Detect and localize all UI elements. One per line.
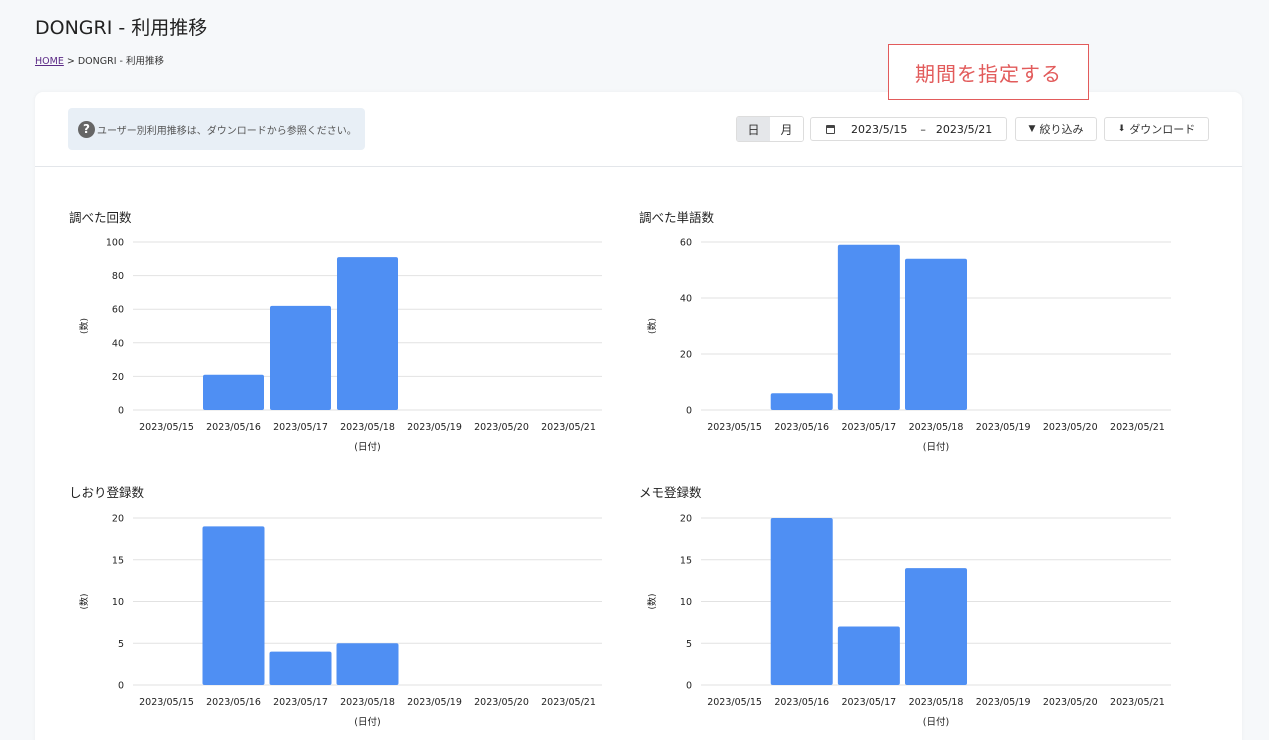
date-start: 2023/5/15 xyxy=(851,122,908,136)
usage-card: ? ユーザー別利用推移は、ダウンロードから参照ください。 日 月 2023/5/… xyxy=(35,92,1242,740)
breadcrumb: HOME > DONGRI - 利用推移 xyxy=(35,53,164,67)
breadcrumb-separator: > xyxy=(66,56,75,67)
info-text: ユーザー別利用推移は、ダウンロードから参照ください。 xyxy=(97,125,357,137)
download-icon: ⬇ xyxy=(1117,124,1126,134)
filter-button[interactable]: ▼ 絞り込み xyxy=(1015,117,1097,141)
breadcrumb-current: DONGRI - 利用推移 xyxy=(77,56,164,67)
info-notice: ? ユーザー別利用推移は、ダウンロードから参照ください。 xyxy=(68,108,365,150)
callout-text: 期間を指定する xyxy=(915,61,1062,86)
period-toggle: 日 月 xyxy=(736,116,804,142)
download-button[interactable]: ⬇ ダウンロード xyxy=(1104,117,1209,141)
breadcrumb-home-link[interactable]: HOME xyxy=(35,56,64,67)
callout-annotation: 期間を指定する xyxy=(888,44,1089,100)
toggle-month-button[interactable]: 月 xyxy=(770,117,803,141)
calendar-icon xyxy=(826,124,835,134)
filter-label: 絞り込み xyxy=(1039,123,1084,136)
download-label: ダウンロード xyxy=(1129,123,1196,136)
toggle-day-button[interactable]: 日 xyxy=(737,117,770,141)
date-range-picker[interactable]: 2023/5/15 – 2023/5/21 xyxy=(810,117,1007,141)
question-circle-icon: ? xyxy=(78,120,95,138)
card-divider xyxy=(35,166,1242,167)
filter-icon: ▼ xyxy=(1028,124,1036,134)
date-separator: – xyxy=(920,122,926,136)
date-end: 2023/5/21 xyxy=(935,122,993,136)
page-title: DONGRI - 利用推移 xyxy=(35,17,208,39)
